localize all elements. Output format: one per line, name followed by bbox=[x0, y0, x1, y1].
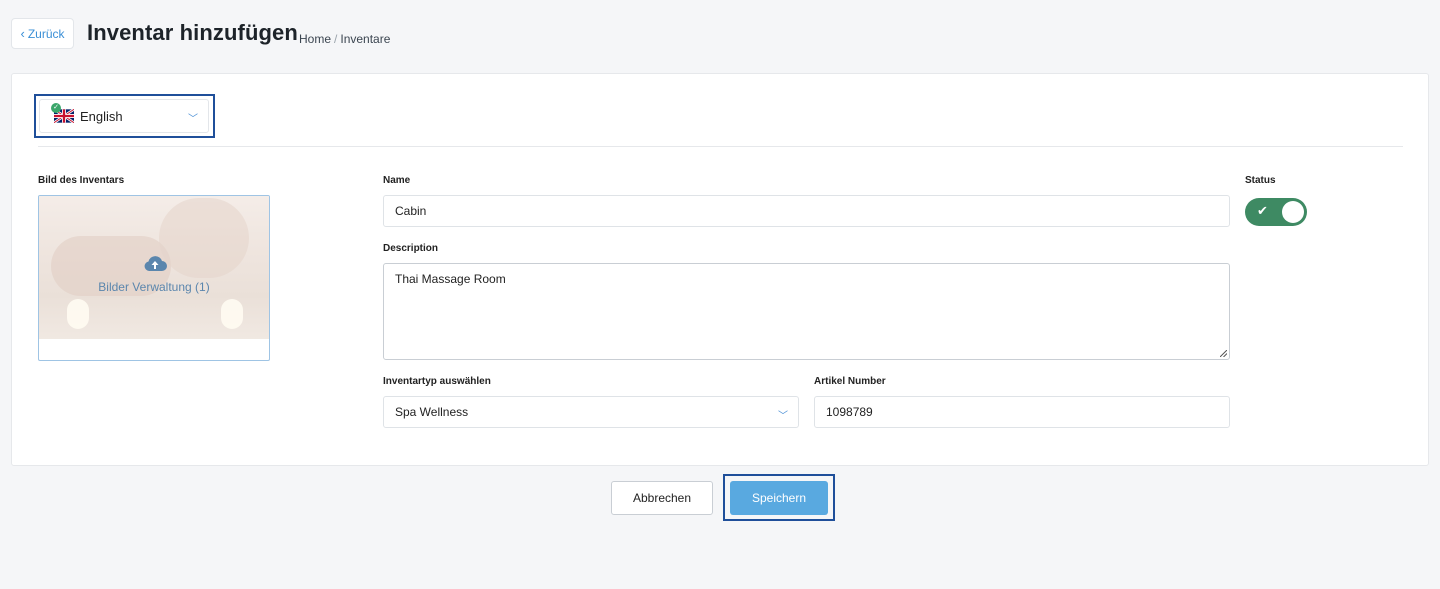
type-label: Inventartyp auswählen bbox=[383, 376, 491, 387]
cancel-button[interactable]: Abbrechen bbox=[611, 481, 713, 515]
chevron-left-icon: ‹ bbox=[20, 26, 25, 41]
cloud-upload-icon bbox=[144, 256, 167, 271]
toggle-knob bbox=[1282, 201, 1304, 223]
name-input[interactable]: Cabin bbox=[383, 195, 1230, 227]
chevron-down-icon: ﹀ bbox=[778, 411, 788, 422]
page-header: ‹ Zurück Inventar hinzufügen Home / Invent… bbox=[0, 0, 1440, 72]
image-label: Bild des Inventars bbox=[38, 175, 125, 186]
breadcrumb-home[interactable]: Home bbox=[299, 32, 331, 46]
description-label: Description bbox=[383, 243, 439, 254]
check-icon: ✓ bbox=[51, 103, 61, 113]
inventory-form-card: ✓ English ﹀ Bild des Inventars Bilder Ve… bbox=[11, 73, 1429, 466]
description-textarea[interactable]: Thai Massage Room bbox=[383, 263, 1230, 360]
breadcrumb: Home / Inventare bbox=[299, 32, 390, 46]
check-icon: ✔ bbox=[1257, 203, 1268, 218]
name-label: Name bbox=[383, 175, 411, 186]
language-select[interactable]: ✓ English ﹀ bbox=[39, 99, 209, 133]
uk-flag-icon: ✓ bbox=[51, 103, 74, 123]
breadcrumb-separator: / bbox=[334, 32, 338, 46]
breadcrumb-current: Inventare bbox=[340, 32, 391, 46]
inventory-type-value: Spa Wellness bbox=[395, 405, 469, 419]
description-value: Thai Massage Room bbox=[395, 272, 506, 286]
inventory-type-select[interactable]: Spa Wellness ﹀ bbox=[383, 396, 799, 428]
name-input-value: Cabin bbox=[395, 204, 427, 218]
article-number-label: Artikel Number bbox=[814, 376, 886, 387]
page-title: Inventar hinzufügen bbox=[87, 20, 298, 45]
section-divider bbox=[38, 146, 1403, 147]
back-button[interactable]: ‹ Zurück bbox=[11, 18, 74, 49]
status-label: Status bbox=[1245, 175, 1276, 186]
article-number-input[interactable]: 1098789 bbox=[814, 396, 1230, 428]
status-toggle[interactable]: ✔ bbox=[1245, 198, 1307, 226]
back-button-label: Zurück bbox=[27, 26, 65, 41]
save-button[interactable]: Speichern bbox=[730, 481, 828, 515]
image-manager-caption: Bilder Verwaltung (1) bbox=[98, 280, 210, 294]
language-label: English bbox=[80, 108, 123, 124]
resize-handle-icon[interactable] bbox=[1220, 350, 1227, 357]
chevron-down-icon: ﹀ bbox=[188, 114, 198, 125]
article-number-value: 1098789 bbox=[826, 405, 873, 419]
image-manager-box[interactable]: Bilder Verwaltung (1) bbox=[38, 195, 270, 361]
